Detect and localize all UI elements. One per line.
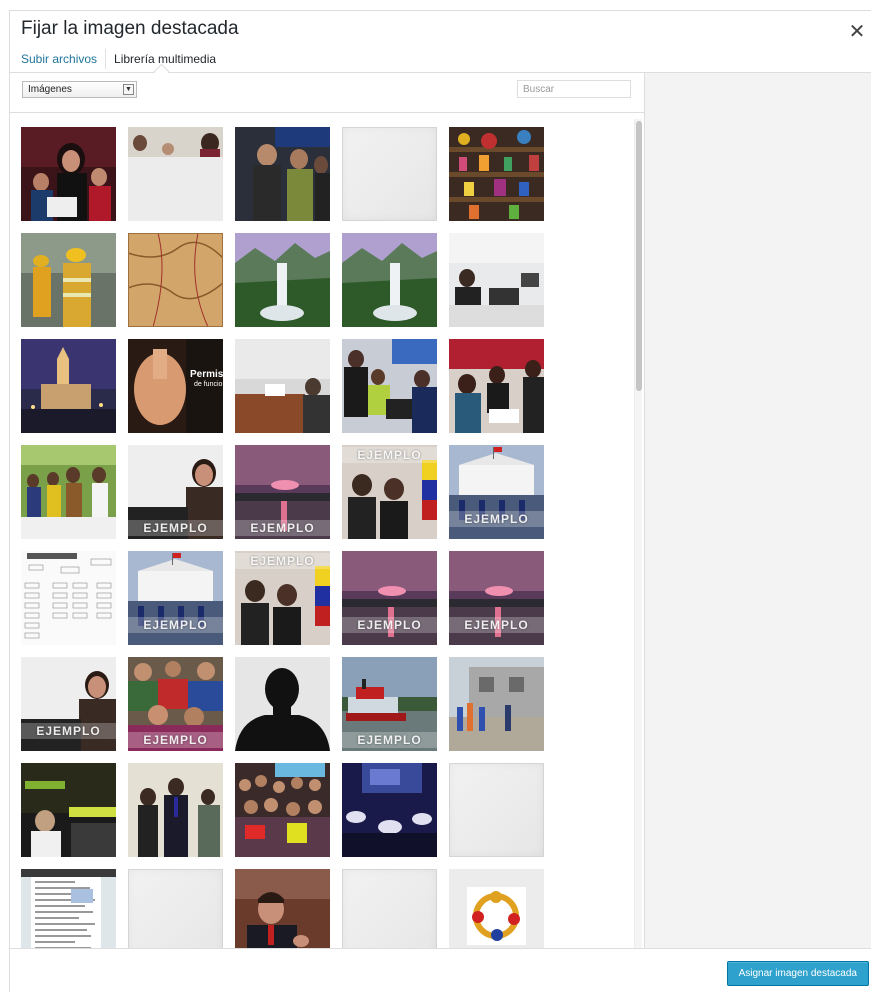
attachment-thumbnail[interactable]: EJEMPLO	[342, 445, 437, 539]
attachment-thumbnail[interactable]	[449, 657, 544, 751]
permit-subtext: de funcio	[194, 381, 223, 388]
watermark-text: EJEMPLO	[342, 617, 437, 633]
attachment-thumbnail[interactable]	[21, 445, 116, 539]
attachment-thumbnail[interactable]	[21, 233, 116, 327]
close-icon[interactable]: ✕	[846, 20, 868, 43]
attachment-thumbnail[interactable]	[21, 339, 116, 433]
attachment-thumbnail[interactable]: EJEMPLO	[21, 657, 116, 751]
watermark-text: EJEMPLO	[21, 723, 116, 739]
watermark-text: EJEMPLO	[235, 520, 330, 536]
attachment-thumbnail[interactable]	[449, 233, 544, 327]
search-input[interactable]	[517, 80, 631, 98]
scrollbar-thumb[interactable]	[636, 121, 642, 391]
watermark-text: EJEMPLO	[449, 617, 544, 633]
attachment-thumbnail[interactable]	[21, 551, 116, 645]
set-featured-image-button[interactable]: Asignar imagen destacada	[726, 961, 869, 986]
attachment-thumbnail[interactable]: EJEMPLO	[128, 551, 223, 645]
attachment-thumbnail[interactable]	[21, 763, 116, 857]
attachment-thumbnail[interactable]	[342, 127, 437, 221]
modal-title: Fijar la imagen destacada	[21, 18, 239, 39]
attachment-thumbnail[interactable]	[128, 233, 223, 327]
media-toolbar-footer: Asignar imagen destacada	[10, 948, 871, 992]
attachment-thumbnail[interactable]	[235, 233, 330, 327]
chevron-down-icon: ▼	[123, 84, 134, 95]
permit-text: Permiso	[190, 369, 223, 380]
media-sidebar	[644, 73, 871, 948]
watermark-text: EJEMPLO	[235, 553, 330, 569]
watermark-text: EJEMPLO	[128, 732, 223, 748]
attachment-thumbnail[interactable]	[235, 657, 330, 751]
attachment-thumbnail[interactable]: Permiso de funcio	[128, 339, 223, 433]
watermark-text: EJEMPLO	[449, 511, 544, 527]
attachment-thumbnail[interactable]	[128, 763, 223, 857]
tab-upload-files[interactable]: Subir archivos	[21, 49, 105, 69]
attachment-thumbnail[interactable]	[342, 763, 437, 857]
attachment-thumbnail[interactable]	[342, 233, 437, 327]
media-router: Subir archivos Librería multimedia	[21, 49, 224, 69]
attachment-thumbnail[interactable]	[449, 339, 544, 433]
attachment-thumbnail[interactable]: EJEMPLO	[342, 657, 437, 751]
attachment-thumbnail[interactable]: EJEMPLO	[449, 551, 544, 645]
media-type-filter[interactable]: Imágenes ▼	[22, 81, 137, 98]
watermark-text: EJEMPLO	[128, 520, 223, 536]
attachment-thumbnail[interactable]: EJEMPLO	[342, 551, 437, 645]
attachment-thumbnail[interactable]	[449, 127, 544, 221]
filter-selected-value: Imágenes	[28, 84, 72, 95]
attachments-scrollbar[interactable]	[634, 119, 642, 948]
watermark-text: EJEMPLO	[342, 732, 437, 748]
attachment-thumbnail[interactable]: EJEMPLO	[235, 551, 330, 645]
attachment-thumbnail[interactable]	[235, 339, 330, 433]
attachment-thumbnail[interactable]	[342, 339, 437, 433]
attachment-thumbnail[interactable]: EJEMPLO	[128, 657, 223, 751]
attachment-thumbnail[interactable]: EJEMPLO	[449, 445, 544, 539]
attachment-thumbnail[interactable]: EJEMPLO	[235, 445, 330, 539]
watermark-text: EJEMPLO	[342, 447, 437, 463]
attachment-thumbnail[interactable]: EJEMPLO	[128, 445, 223, 539]
attachment-thumbnail[interactable]	[21, 127, 116, 221]
attachment-thumbnail[interactable]	[235, 763, 330, 857]
media-modal: Fijar la imagen destacada ✕ Subir archiv…	[9, 10, 871, 992]
media-toolbar: Imágenes ▼	[10, 73, 644, 113]
watermark-text: EJEMPLO	[128, 617, 223, 633]
attachments-browser: Imágenes ▼ Buscar Permis de funcio EJEMP…	[10, 73, 644, 963]
attachment-thumbnail[interactable]	[449, 763, 544, 857]
attachment-thumbnail[interactable]	[128, 127, 223, 221]
attachment-thumbnail[interactable]	[235, 127, 330, 221]
